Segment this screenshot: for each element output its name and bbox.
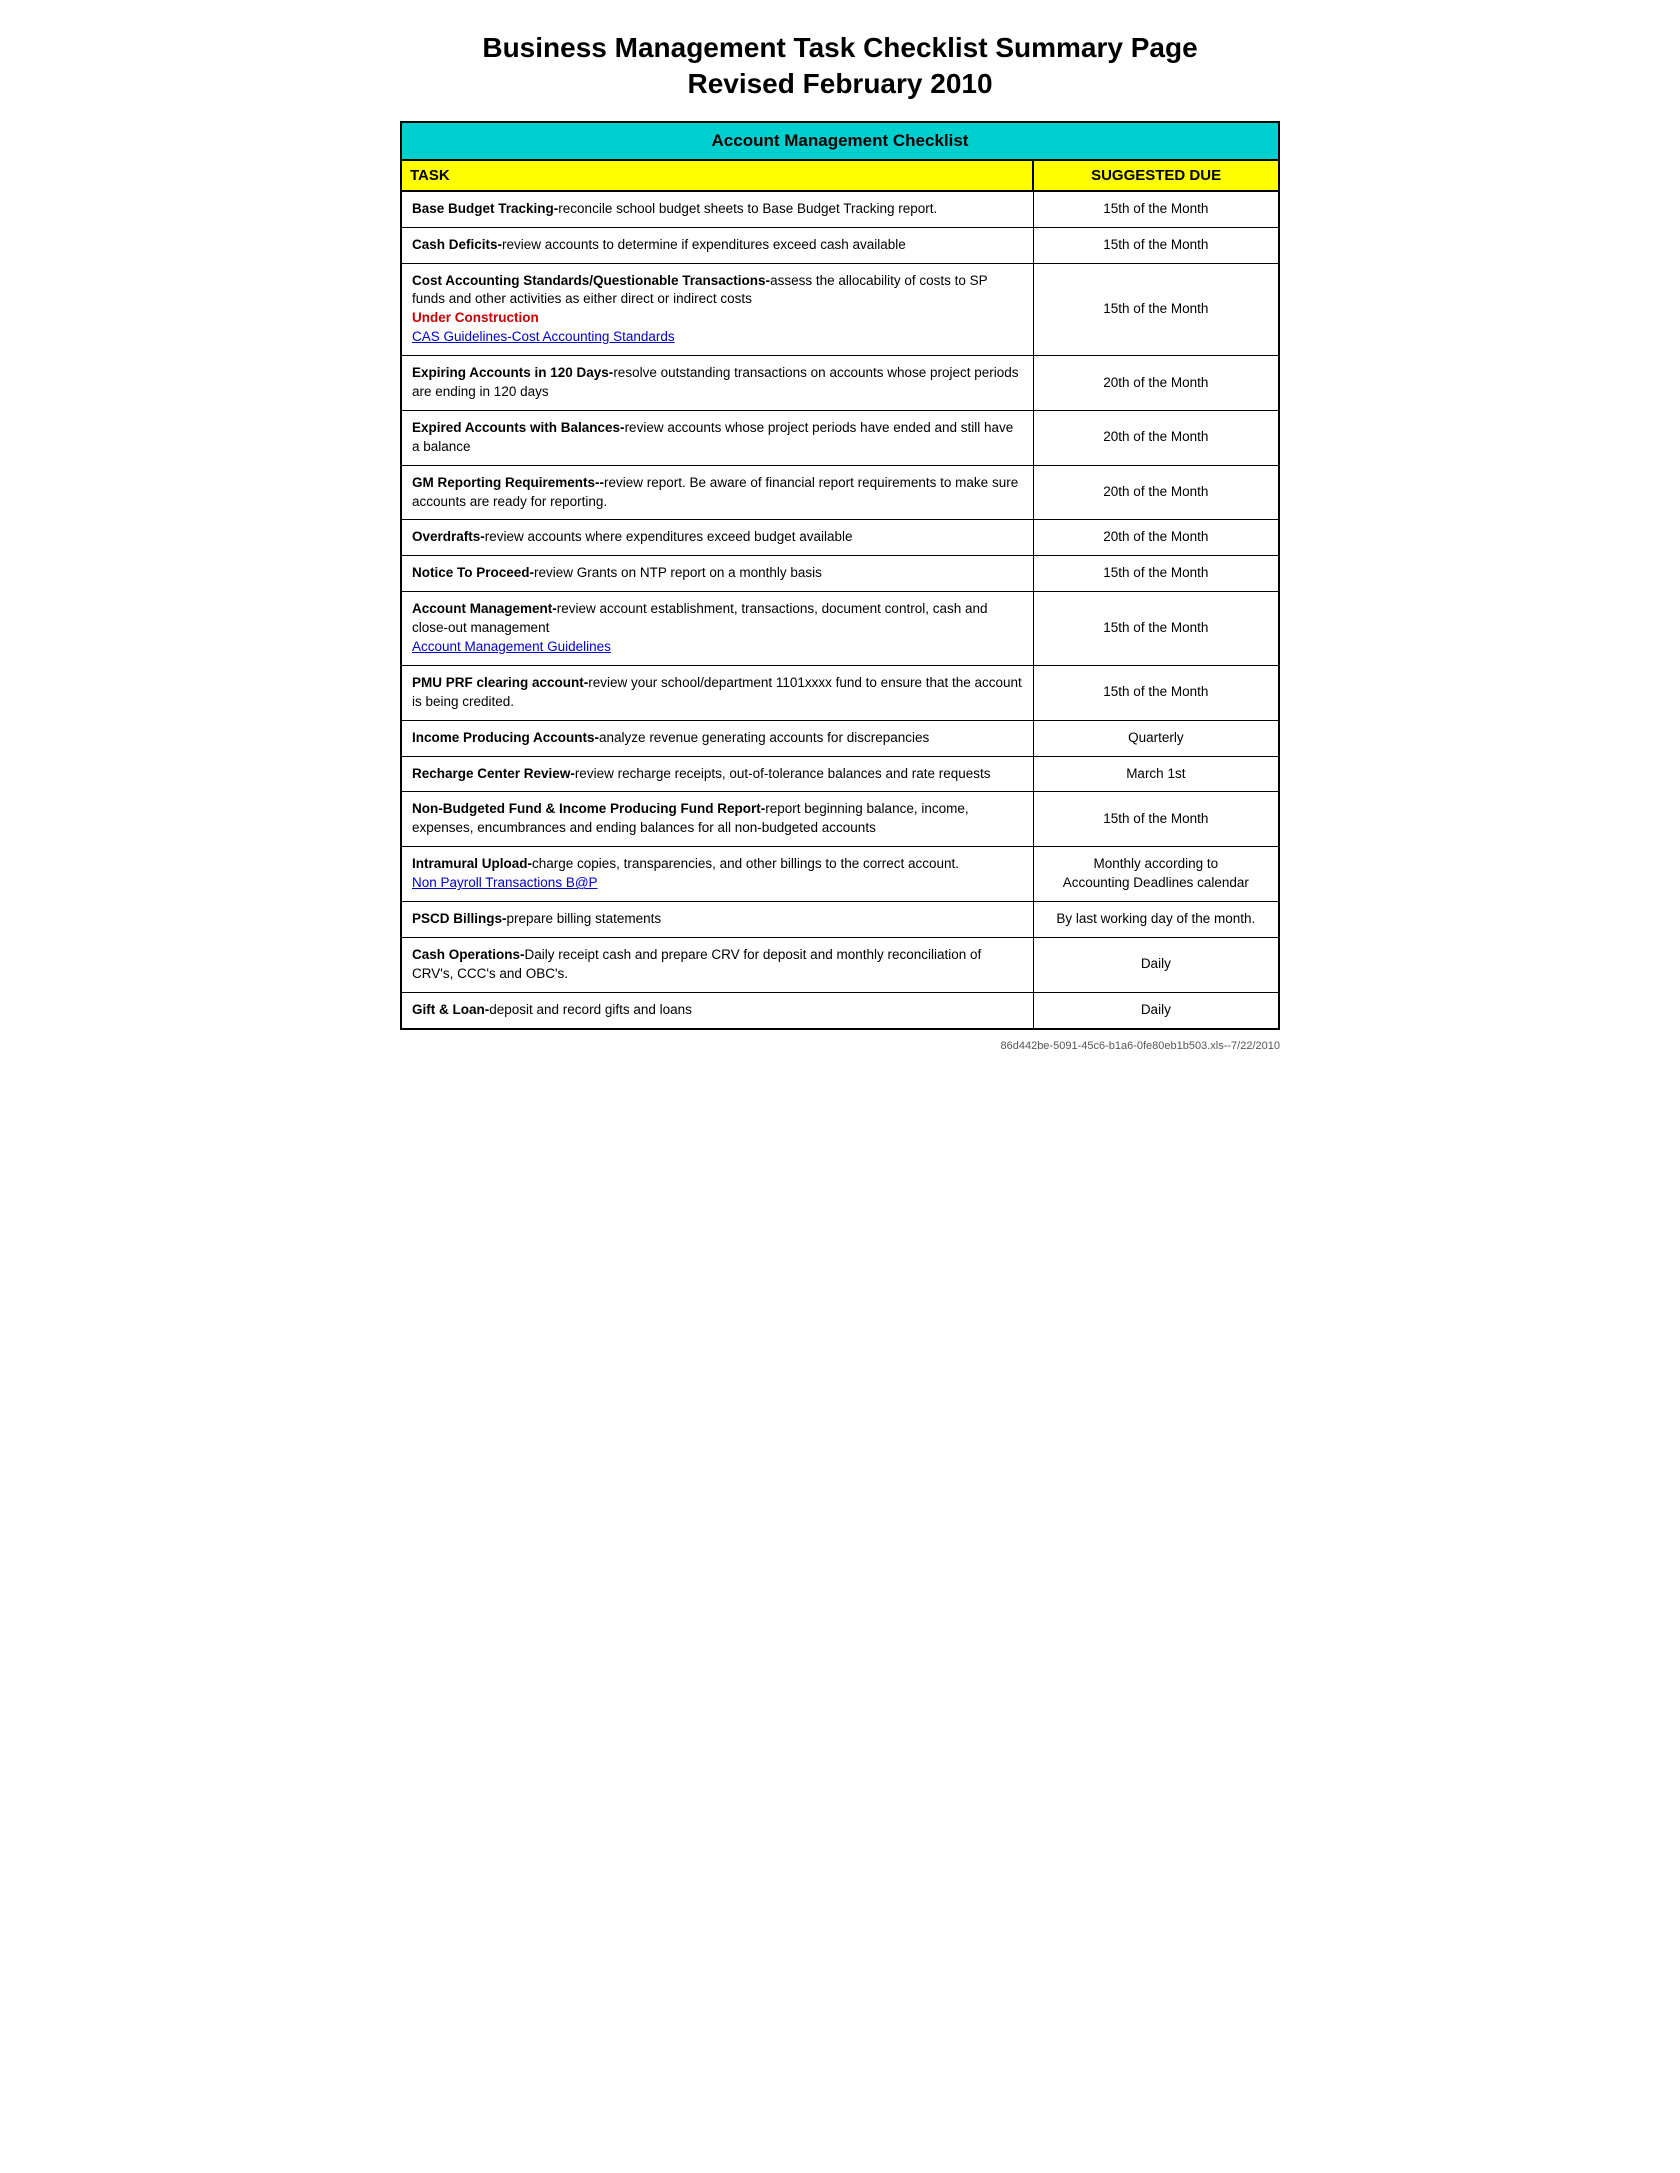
task-bold-base-budget-tracking: Base Budget Tracking- <box>412 201 558 216</box>
task-cell-income-producing: Income Producing Accounts-analyze revenu… <box>401 720 1033 756</box>
due-cell-account-management: 15th of the Month <box>1033 592 1279 666</box>
task-cell-base-budget-tracking: Base Budget Tracking-reconcile school bu… <box>401 191 1033 227</box>
col-header-row: TASK SUGGESTED DUE <box>401 160 1279 191</box>
page-title: Business Management Task Checklist Summa… <box>400 30 1280 103</box>
task-rest-cash-deficits: review accounts to determine if expendit… <box>502 237 906 252</box>
task-bold-pscd-billings: PSCD Billings- <box>412 911 507 926</box>
table-row: Intramural Upload-charge copies, transpa… <box>401 847 1279 902</box>
task-bold-account-management: Account Management- <box>412 601 557 616</box>
title-line1: Business Management Task Checklist Summa… <box>482 32 1197 63</box>
task-rest-recharge-center: review recharge receipts, out-of-toleran… <box>575 766 991 781</box>
due-cell-intramural-upload: Monthly according to Accounting Deadline… <box>1033 847 1279 902</box>
task-cell-cash-deficits: Cash Deficits-review accounts to determi… <box>401 227 1033 263</box>
table-row: Account Management-review account establ… <box>401 592 1279 666</box>
table-row: Gift & Loan-deposit and record gifts and… <box>401 992 1279 1028</box>
table-row: Overdrafts-review accounts where expendi… <box>401 520 1279 556</box>
table-row: Cash Deficits-review accounts to determi… <box>401 227 1279 263</box>
table-row: Base Budget Tracking-reconcile school bu… <box>401 191 1279 227</box>
due-cell-cash-deficits: 15th of the Month <box>1033 227 1279 263</box>
table-row: Income Producing Accounts-analyze revenu… <box>401 720 1279 756</box>
task-rest-base-budget-tracking: reconcile school budget sheets to Base B… <box>558 201 937 216</box>
due-cell-non-budgeted-fund: 15th of the Month <box>1033 792 1279 847</box>
task-bold-income-producing: Income Producing Accounts- <box>412 730 599 745</box>
table-row: Cost Accounting Standards/Questionable T… <box>401 263 1279 356</box>
task-cell-pmu-prf: PMU PRF clearing account-review your sch… <box>401 665 1033 720</box>
task-rest-gift-loan: deposit and record gifts and loans <box>489 1002 692 1017</box>
task-link-cost-accounting[interactable]: CAS Guidelines-Cost Accounting Standards <box>412 329 675 344</box>
due-cell-overdrafts: 20th of the Month <box>1033 520 1279 556</box>
table-header-row: Account Management Checklist <box>401 122 1279 160</box>
task-bold-pmu-prf: PMU PRF clearing account- <box>412 675 588 690</box>
task-bold-intramural-upload: Intramural Upload- <box>412 856 532 871</box>
table-row: PSCD Billings-prepare billing statements… <box>401 902 1279 938</box>
task-bold-gift-loan: Gift & Loan- <box>412 1002 489 1017</box>
task-rest-intramural-upload: charge copies, transparencies, and other… <box>532 856 959 871</box>
footer: 86d442be-5091-45c6-b1a6-0fe80eb1b503.xls… <box>400 1040 1280 1052</box>
table-row: GM Reporting Requirements--review report… <box>401 465 1279 520</box>
due-cell-cash-operations: Daily <box>1033 937 1279 992</box>
title-line2: Revised February 2010 <box>687 68 992 99</box>
under-construction-label: Under Construction <box>412 310 539 325</box>
table-row: Non-Budgeted Fund & Income Producing Fun… <box>401 792 1279 847</box>
due-cell-expired-accounts: 20th of the Month <box>1033 410 1279 465</box>
task-bold-non-budgeted-fund: Non-Budgeted Fund & Income Producing Fun… <box>412 801 765 816</box>
main-table: Account Management Checklist TASK SUGGES… <box>400 121 1280 1030</box>
task-bold-recharge-center: Recharge Center Review- <box>412 766 575 781</box>
due-cell-gift-loan: Daily <box>1033 992 1279 1028</box>
table-row: PMU PRF clearing account-review your sch… <box>401 665 1279 720</box>
table-row: Expiring Accounts in 120 Days-resolve ou… <box>401 356 1279 411</box>
task-bold-notice-to-proceed: Notice To Proceed- <box>412 565 534 580</box>
task-rest-notice-to-proceed: review Grants on NTP report on a monthly… <box>534 565 822 580</box>
task-cell-account-management: Account Management-review account establ… <box>401 592 1033 666</box>
task-cell-intramural-upload: Intramural Upload-charge copies, transpa… <box>401 847 1033 902</box>
task-cell-expired-accounts: Expired Accounts with Balances-review ac… <box>401 410 1033 465</box>
task-cell-notice-to-proceed: Notice To Proceed-review Grants on NTP r… <box>401 556 1033 592</box>
task-rest-pscd-billings: prepare billing statements <box>507 911 662 926</box>
task-cell-gm-reporting: GM Reporting Requirements--review report… <box>401 465 1033 520</box>
due-cell-pmu-prf: 15th of the Month <box>1033 665 1279 720</box>
col-due-header: SUGGESTED DUE <box>1033 160 1279 191</box>
table-row: Cash Operations-Daily receipt cash and p… <box>401 937 1279 992</box>
table-row: Expired Accounts with Balances-review ac… <box>401 410 1279 465</box>
task-cell-cost-accounting: Cost Accounting Standards/Questionable T… <box>401 263 1033 356</box>
task-cell-gift-loan: Gift & Loan-deposit and record gifts and… <box>401 992 1033 1028</box>
task-cell-cash-operations: Cash Operations-Daily receipt cash and p… <box>401 937 1033 992</box>
task-cell-expiring-accounts: Expiring Accounts in 120 Days-resolve ou… <box>401 356 1033 411</box>
table-row: Notice To Proceed-review Grants on NTP r… <box>401 556 1279 592</box>
task-cell-non-budgeted-fund: Non-Budgeted Fund & Income Producing Fun… <box>401 792 1033 847</box>
task-bold-expiring-accounts: Expiring Accounts in 120 Days- <box>412 365 613 380</box>
task-bold-gm-reporting: GM Reporting Requirements-- <box>412 475 604 490</box>
task-cell-overdrafts: Overdrafts-review accounts where expendi… <box>401 520 1033 556</box>
task-bold-cash-operations: Cash Operations- <box>412 947 525 962</box>
task-bold-cost-accounting: Cost Accounting Standards/Questionable T… <box>412 273 770 288</box>
task-bold-expired-accounts: Expired Accounts with Balances- <box>412 420 625 435</box>
due-cell-notice-to-proceed: 15th of the Month <box>1033 556 1279 592</box>
due-cell-expiring-accounts: 20th of the Month <box>1033 356 1279 411</box>
task-rest-income-producing: analyze revenue generating accounts for … <box>599 730 929 745</box>
task-rest-overdrafts: review accounts where expenditures excee… <box>485 529 853 544</box>
table-header-cell: Account Management Checklist <box>401 122 1279 160</box>
task-bold-overdrafts: Overdrafts- <box>412 529 485 544</box>
due-cell-income-producing: Quarterly <box>1033 720 1279 756</box>
due-cell-base-budget-tracking: 15th of the Month <box>1033 191 1279 227</box>
table-row: Recharge Center Review-review recharge r… <box>401 756 1279 792</box>
task-cell-pscd-billings: PSCD Billings-prepare billing statements <box>401 902 1033 938</box>
due-cell-pscd-billings: By last working day of the month. <box>1033 902 1279 938</box>
task-link-intramural-upload[interactable]: Non Payroll Transactions B@P <box>412 875 598 890</box>
task-bold-cash-deficits: Cash Deficits- <box>412 237 502 252</box>
due-cell-recharge-center: March 1st <box>1033 756 1279 792</box>
due-cell-cost-accounting: 15th of the Month <box>1033 263 1279 356</box>
task-link-account-management[interactable]: Account Management Guidelines <box>412 639 611 654</box>
task-cell-recharge-center: Recharge Center Review-review recharge r… <box>401 756 1033 792</box>
due-cell-gm-reporting: 20th of the Month <box>1033 465 1279 520</box>
col-task-header: TASK <box>401 160 1033 191</box>
